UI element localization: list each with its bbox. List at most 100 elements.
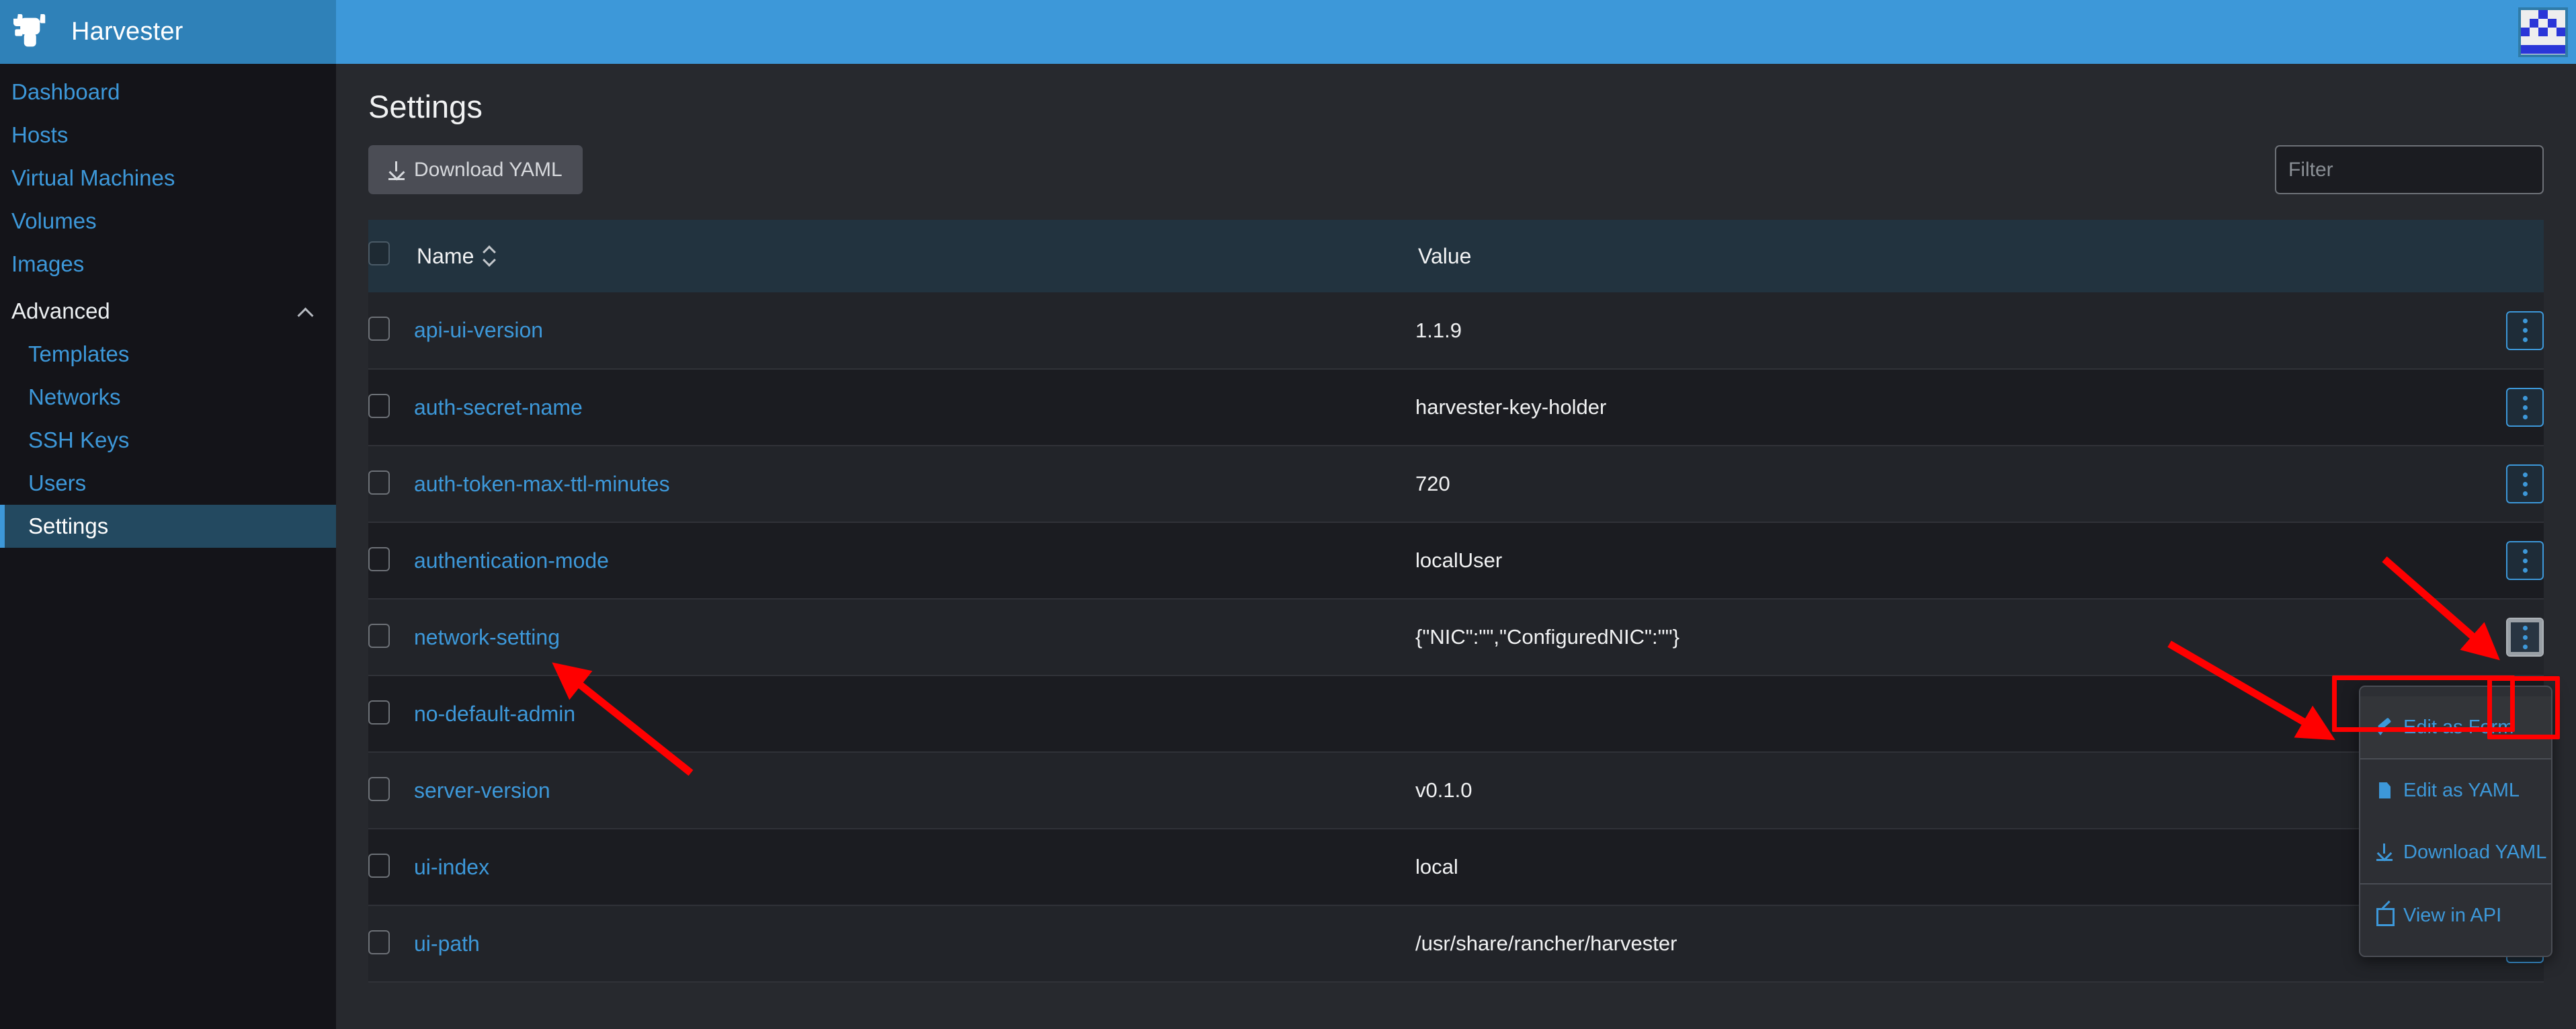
table-row: auth-token-max-ttl-minutes 720 [368,446,2544,522]
menu-item-edit-as-yaml[interactable]: Edit as YAML [2360,759,2551,821]
row-value-cell: localUser [1415,548,1503,572]
row-select-cell [368,522,414,599]
table-row: auth-secret-name harvester-key-holder [368,369,2544,446]
sidebar-item-label: Images [11,251,85,276]
row-checkbox[interactable] [368,700,390,725]
select-all-header [368,220,414,292]
row-select-cell [368,675,414,752]
sidebar-item-label: Settings [28,513,109,538]
row-actions-cell [2436,369,2544,446]
sidebar-item-label: Hosts [11,122,69,147]
table-header-row: Name Value [368,220,2544,292]
menu-group-edit: Edit as Form [2360,696,2551,758]
select-all-checkbox[interactable] [368,241,390,265]
sidebar-item-label: Networks [28,384,121,409]
brand-name: Harvester [71,17,183,46]
row-actions-cell [2436,446,2544,522]
row-checkbox[interactable] [368,930,390,954]
download-icon [388,161,405,180]
menu-item-label: Edit as Form [2403,716,2514,738]
menu-group-api: View in API [2360,883,2551,946]
column-header-name[interactable]: Name [414,220,1415,292]
row-name-cell: ui-index [414,829,1415,905]
sidebar-item-label: Dashboard [11,79,120,104]
toolbar: Download YAML [368,145,2576,194]
row-checkbox[interactable] [368,470,390,495]
sidebar-item-images[interactable]: Images [0,243,336,286]
row-select-cell [368,446,414,522]
sidebar-group-advanced[interactable]: Advanced [0,290,336,333]
row-actions-menu-button[interactable] [2506,311,2544,350]
row-checkbox[interactable] [368,546,390,571]
setting-link[interactable]: ui-path [414,932,480,956]
row-actions-menu-button-active[interactable] [2506,618,2544,657]
row-value-cell: {"NIC":"","ConfiguredNIC":""} [1415,625,1680,649]
sidebar-item-settings[interactable]: Settings [0,505,336,548]
row-name-cell: authentication-mode [414,522,1415,599]
row-checkbox[interactable] [368,853,390,878]
pixel-grid-icon[interactable] [2518,7,2568,57]
table-row: ui-index local [368,829,2544,905]
menu-item-edit-as-form[interactable]: Edit as Form [2360,696,2551,758]
filter-input[interactable] [2275,145,2544,194]
row-checkbox[interactable] [368,317,390,341]
table-row: no-default-admin [368,675,2544,752]
row-value-cell: local [1415,855,1458,878]
row-name-cell: no-default-admin [414,675,1415,752]
download-icon [2375,842,2394,862]
column-header-actions [2436,220,2544,292]
row-actions-cell [2436,522,2544,599]
setting-link[interactable]: authentication-mode [414,548,609,573]
row-actions-menu-button[interactable] [2506,388,2544,427]
sidebar-item-label: Users [28,470,87,495]
download-yaml-button[interactable]: Download YAML [368,145,583,194]
row-actions-menu-button[interactable] [2506,464,2544,503]
sidebar-item-ssh-keys[interactable]: SSH Keys [0,419,336,462]
table-row: api-ui-version 1.1.9 [368,292,2544,369]
row-select-cell [368,829,414,905]
sidebar-item-networks[interactable]: Networks [0,376,336,419]
settings-table: Name Value api-ui-version 1.1.9 auth-sec… [368,220,2544,983]
row-checkbox[interactable] [368,623,390,648]
download-yaml-label: Download YAML [414,158,563,181]
menu-item-view-in-api[interactable]: View in API [2360,884,2551,946]
topbar [336,0,2576,64]
setting-link[interactable]: auth-secret-name [414,395,583,419]
row-select-cell [368,752,414,829]
table-row: network-setting {"NIC":"","ConfiguredNIC… [368,599,2544,675]
setting-link[interactable]: no-default-admin [414,702,575,726]
row-actions-menu-button[interactable] [2506,541,2544,580]
setting-link[interactable]: server-version [414,778,550,802]
sort-arrows-icon[interactable] [483,245,495,267]
sidebar-item-virtual-machines[interactable]: Virtual Machines [0,157,336,200]
menu-item-label: Edit as YAML [2403,779,2520,801]
setting-link[interactable]: network-setting [414,625,560,649]
row-actions-cell [2436,599,2544,675]
file-icon [2375,780,2394,800]
row-value-cell: 720 [1415,472,1450,495]
row-select-cell [368,905,414,982]
column-header-label: Name [417,243,474,268]
sidebar-item-users[interactable]: Users [0,462,336,505]
sidebar-item-volumes[interactable]: Volumes [0,200,336,243]
sidebar-item-templates[interactable]: Templates [0,333,336,376]
row-name-cell: auth-secret-name [414,369,1415,446]
sidebar-item-label: Virtual Machines [11,165,175,190]
external-link-icon [2375,905,2395,926]
column-header-value: Value [1415,220,2436,292]
sidebar-item-dashboard[interactable]: Dashboard [0,71,336,114]
sidebar-item-hosts[interactable]: Hosts [0,114,336,157]
row-checkbox[interactable] [368,776,390,801]
setting-link[interactable]: ui-index [414,855,489,879]
table-body: api-ui-version 1.1.9 auth-secret-name ha… [368,292,2544,982]
table-row: authentication-mode localUser [368,522,2544,599]
row-name-cell: ui-path [414,905,1415,982]
menu-group-yaml: Edit as YAML Download YAML [2360,758,2551,883]
sidebar-header: Harvester [0,0,336,64]
setting-link[interactable]: auth-token-max-ttl-minutes [414,472,670,496]
row-checkbox[interactable] [368,393,390,418]
menu-item-label: Download YAML [2403,841,2547,863]
setting-link[interactable]: api-ui-version [414,318,543,342]
menu-item-download-yaml[interactable]: Download YAML [2360,821,2551,883]
table-header: Name Value [368,220,2544,292]
